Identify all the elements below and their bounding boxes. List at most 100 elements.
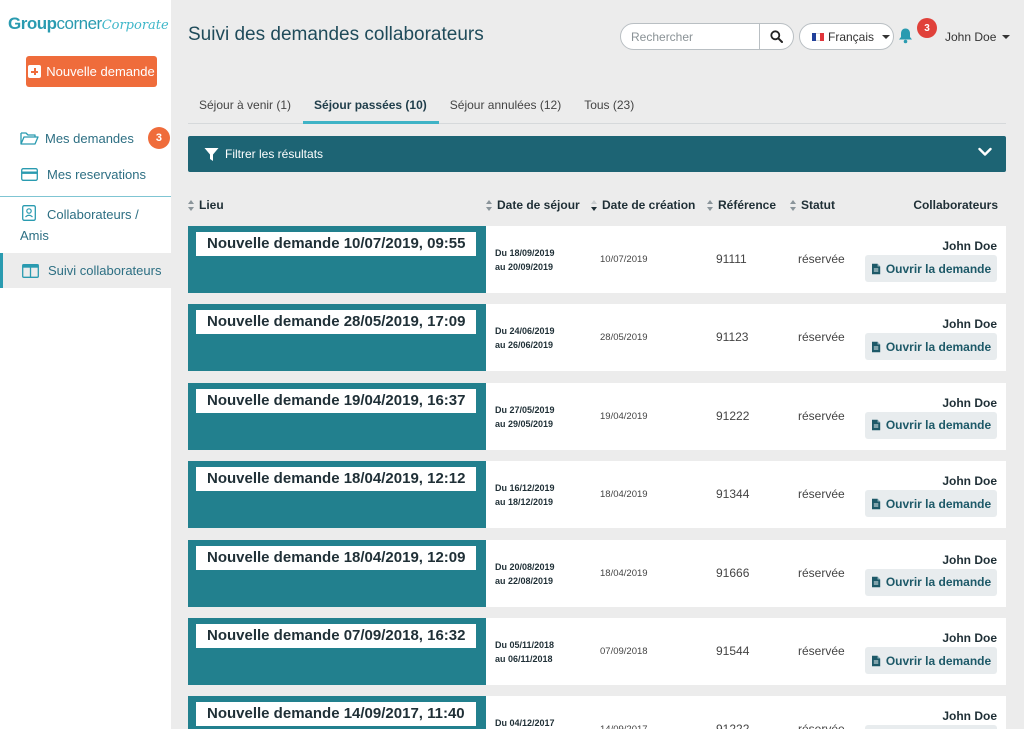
sort-desc-icon bbox=[591, 199, 598, 211]
open-request-button[interactable]: Ouvrir la demande bbox=[865, 333, 997, 361]
credit-card-icon bbox=[21, 167, 38, 181]
user-menu[interactable]: John Doe bbox=[945, 30, 1011, 44]
funnel-icon bbox=[204, 147, 219, 161]
chevron-down-icon bbox=[978, 147, 992, 156]
language-label: Français bbox=[828, 29, 875, 44]
new-request-button[interactable]: Nouvelle demande bbox=[26, 56, 157, 87]
tab-sejour-a-venir[interactable]: Séjour à venir (1) bbox=[188, 91, 303, 124]
logo-corner-text: corner bbox=[56, 14, 103, 33]
request-title: Nouvelle demande 14/09/2017, 11:40 bbox=[196, 702, 476, 727]
tab-tous[interactable]: Tous (23) bbox=[573, 91, 646, 124]
request-title: Nouvelle demande 07/09/2018, 16:32 bbox=[196, 624, 477, 648]
table-row[interactable]: Nouvelle demande 28/05/2019, 17:09 Du 24/… bbox=[188, 304, 1006, 372]
open-request-label: Ouvrir la demande bbox=[885, 261, 992, 276]
notification-count-badge: 3 bbox=[917, 18, 937, 38]
open-request-label: Ouvrir la demande bbox=[885, 418, 992, 433]
french-flag-icon bbox=[812, 32, 824, 41]
filter-bar[interactable]: Filtrer les résultats bbox=[188, 136, 1006, 172]
stay-to: au 22/08/2019 bbox=[495, 575, 554, 586]
sidebar-item-label: Mes reservations bbox=[47, 166, 146, 182]
reference: 91222 bbox=[716, 408, 750, 423]
column-date-creation[interactable]: Date de création bbox=[591, 198, 695, 212]
stay-from: Du 24/06/2019 bbox=[495, 326, 555, 337]
creation-date: 28/05/2019 bbox=[600, 332, 648, 344]
stay-dates: Du 05/11/2018 au 06/11/2018 bbox=[495, 638, 554, 666]
request-title: Nouvelle demande 18/04/2019, 12:09 bbox=[196, 545, 477, 570]
tab-sejour-passees[interactable]: Séjour passées (10) bbox=[303, 91, 439, 124]
user-name: John Doe bbox=[945, 30, 997, 44]
request-title: Nouvelle demande 10/07/2019, 09:55 bbox=[196, 232, 477, 256]
tab-sejour-annulees[interactable]: Séjour annulées (12) bbox=[439, 91, 573, 124]
table-row[interactable]: Nouvelle demande 18/04/2019, 12:09 Du 20/… bbox=[188, 539, 1006, 607]
collaborator-name: John Doe bbox=[942, 474, 997, 489]
open-request-button[interactable]: Ouvrir la demande bbox=[865, 568, 997, 596]
logo-group-text: Group bbox=[8, 14, 57, 33]
collaborator-name: John Doe bbox=[942, 395, 997, 410]
language-select[interactable]: Français bbox=[799, 23, 894, 50]
location-image: Nouvelle demande 18/04/2019, 12:09 bbox=[188, 539, 486, 607]
open-request-button[interactable]: Ouvrir la demande bbox=[865, 725, 997, 729]
column-lieu[interactable]: Lieu bbox=[188, 198, 224, 212]
new-request-label: Nouvelle demande bbox=[46, 64, 155, 79]
column-date-sejour[interactable]: Date de séjour bbox=[486, 198, 580, 212]
page-title: Suivi des demandes collaborateurs bbox=[188, 24, 484, 45]
table-row[interactable]: Nouvelle demande 07/09/2018, 16:32 Du 05/… bbox=[188, 618, 1006, 685]
search-input[interactable] bbox=[621, 24, 759, 49]
sidebar-item-label: Mes demandes bbox=[45, 130, 134, 146]
stay-dates: Du 18/09/2019 au 20/09/2019 bbox=[495, 246, 555, 274]
reference: 91544 bbox=[716, 644, 750, 658]
chevron-down-icon bbox=[882, 34, 891, 39]
collaborator-name: John Doe bbox=[942, 317, 997, 332]
sidebar-item-collaborateurs[interactable]: Collaborateurs / Amis bbox=[0, 204, 171, 244]
sidebar-item-suivi-collaborateurs[interactable]: Suivi collaborateurs bbox=[0, 253, 171, 288]
stay-to: au 26/06/2019 bbox=[495, 340, 554, 351]
request-title: Nouvelle demande 28/05/2019, 17:09 bbox=[196, 310, 477, 335]
sidebar-item-mes-reservations[interactable]: Mes reservations bbox=[0, 165, 171, 183]
column-statut[interactable]: Statut bbox=[790, 198, 835, 212]
collaborator-name: John Doe bbox=[942, 631, 997, 645]
column-label: Date de création bbox=[602, 198, 696, 212]
status: réservée bbox=[798, 565, 845, 580]
stay-from: Du 16/12/2019 bbox=[495, 483, 555, 494]
open-request-label: Ouvrir la demande bbox=[885, 575, 992, 590]
search-icon bbox=[770, 30, 783, 43]
stay-from: Du 05/11/2018 bbox=[495, 640, 555, 650]
reference: 91344 bbox=[716, 487, 750, 502]
stay-dates: Du 24/06/2019 au 26/06/2019 bbox=[495, 324, 555, 352]
table-header: Lieu Date de séjour Date de création Réf… bbox=[188, 198, 1006, 214]
collaborator-name: John Doe bbox=[942, 552, 997, 567]
document-icon bbox=[871, 498, 881, 509]
chevron-down-icon bbox=[1002, 35, 1011, 39]
collaborator-name: John Doe bbox=[942, 239, 997, 253]
stay-dates: Du 04/12/2017 bbox=[495, 716, 555, 729]
column-label: Date de séjour bbox=[497, 198, 580, 212]
stay-to: au 29/05/2019 bbox=[495, 418, 554, 429]
location-image: Nouvelle demande 19/04/2019, 16:37 bbox=[188, 382, 486, 450]
sidebar-item-mes-demandes[interactable]: Mes demandes 3 bbox=[0, 126, 171, 150]
open-request-button[interactable]: Ouvrir la demande bbox=[865, 255, 997, 282]
table-row[interactable]: Nouvelle demande 18/04/2019, 12:12 Du 16/… bbox=[188, 461, 1006, 529]
status: réservée bbox=[798, 252, 845, 266]
table-row[interactable]: Nouvelle demande 14/09/2017, 11:40 Du 04/… bbox=[188, 696, 1006, 729]
open-request-button[interactable]: Ouvrir la demande bbox=[865, 411, 997, 439]
sidebar-divider bbox=[0, 196, 171, 197]
sidebar: GroupcornerCorporate Nouvelle demande Me… bbox=[0, 0, 171, 729]
app-logo[interactable]: GroupcornerCorporate bbox=[8, 14, 169, 34]
table-row[interactable]: Nouvelle demande 19/04/2019, 16:37 Du 27/… bbox=[188, 382, 1006, 450]
open-request-button[interactable]: Ouvrir la demande bbox=[865, 490, 997, 518]
reference: 91666 bbox=[716, 565, 750, 580]
column-collaborateurs: Collaborateurs bbox=[913, 198, 998, 212]
contact-card-icon bbox=[22, 205, 36, 221]
open-request-button[interactable]: Ouvrir la demande bbox=[865, 647, 997, 674]
creation-date: 19/04/2019 bbox=[600, 410, 648, 422]
table-row[interactable]: Nouvelle demande 10/07/2019, 09:55 Du 18/… bbox=[188, 226, 1006, 293]
columns-icon bbox=[22, 263, 39, 278]
creation-date: 10/07/2019 bbox=[600, 254, 648, 265]
search-button[interactable] bbox=[759, 24, 793, 49]
location-image: Nouvelle demande 14/09/2017, 11:40 bbox=[188, 696, 486, 729]
column-label: Statut bbox=[801, 198, 835, 212]
bell-icon[interactable] bbox=[898, 27, 913, 44]
stay-from: Du 18/09/2019 bbox=[495, 248, 555, 258]
document-icon bbox=[871, 576, 881, 588]
column-reference[interactable]: Référence bbox=[707, 198, 776, 212]
